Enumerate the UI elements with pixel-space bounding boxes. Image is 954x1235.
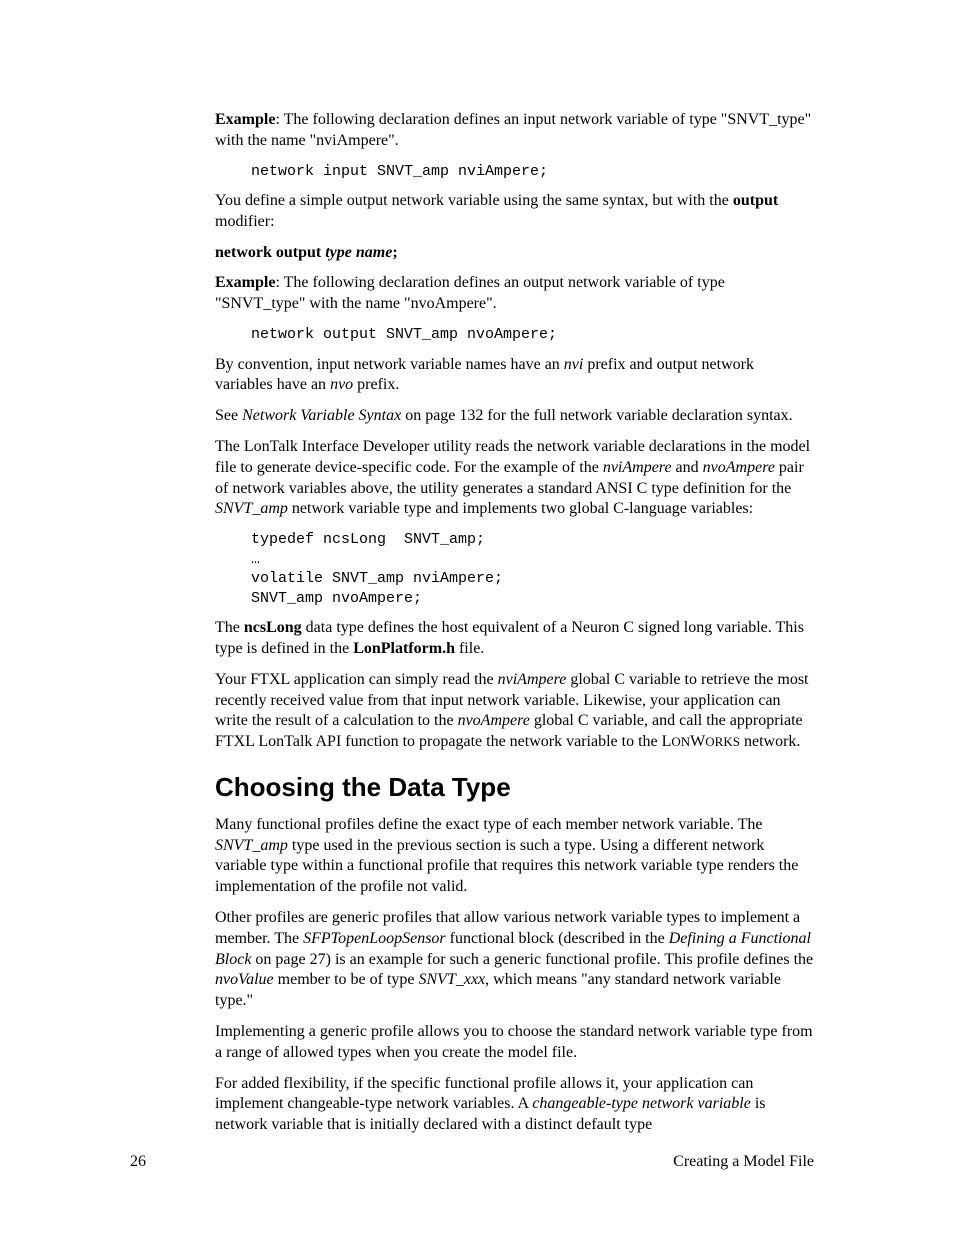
paragraph-example-2: Example: The following declaration defin… [215, 273, 814, 315]
text: ; [392, 244, 397, 261]
paragraph-ncslong: The ncsLong data type defines the host e… [215, 618, 814, 660]
text: Your FTXL application can simply read th… [215, 671, 498, 688]
heading-choosing-data-type: Choosing the Data Type [215, 771, 814, 805]
paragraph-see-syntax: See Network Variable Syntax on page 132 … [215, 406, 814, 427]
paragraph-example-1: Example: The following declaration defin… [215, 110, 814, 152]
paragraph-s1: Many functional profiles define the exac… [215, 815, 814, 898]
text: network variable type and implements two… [288, 500, 753, 517]
term-ncslong: ncsLong [244, 619, 302, 636]
paragraph-ftxl-app: Your FTXL application can simply read th… [215, 670, 814, 753]
term-sfptopenloopsensor: SFPTopenLoopSensor [303, 930, 446, 947]
term-snvt-amp: SNVT_amp [215, 500, 288, 517]
text: See [215, 407, 242, 424]
text: file. [455, 640, 484, 657]
paragraph-lontalk-utility: The LonTalk Interface Developer utility … [215, 437, 814, 520]
term-lonplatform-h: LonPlatform.h [353, 640, 455, 657]
paragraph-s3: Implementing a generic profile allows yo… [215, 1022, 814, 1064]
code-block-3: typedef ncsLong SNVT_amp; … volatile SNV… [251, 530, 814, 608]
smallcaps-orks: ORKS [705, 734, 740, 749]
term-nvovalue: nvoValue [215, 971, 274, 988]
page-content: Example: The following declaration defin… [0, 0, 954, 1136]
term-nvoAmpere: nvoAmpere [458, 712, 530, 729]
keyword-output: output [733, 192, 778, 209]
text: on page 27) is an example for such a gen… [251, 951, 813, 968]
text: prefix. [353, 376, 399, 393]
page-number: 26 [130, 1152, 146, 1173]
text: Many functional profiles define the exac… [215, 816, 762, 833]
syntax-network-output: network output type name; [215, 243, 814, 264]
text: modifier: [215, 213, 275, 230]
paragraph-s4: For added flexibility, if the specific f… [215, 1074, 814, 1136]
placeholder-type-name: type name [325, 244, 392, 261]
paragraph-s2: Other profiles are generic profiles that… [215, 908, 814, 1012]
xref-network-variable-syntax: Network Variable Syntax [242, 407, 401, 424]
text: : The following declaration defines an i… [215, 111, 811, 149]
text: member to be of type [274, 971, 419, 988]
text: The [215, 619, 244, 636]
paragraph-output-modifier: You define a simple output network varia… [215, 191, 814, 233]
term-nviAmpere: nviAmpere [603, 459, 672, 476]
text: You define a simple output network varia… [215, 192, 733, 209]
text: functional block (described in the [446, 930, 669, 947]
term-nvo: nvo [330, 376, 353, 393]
code-block-2: network output SNVT_amp nvoAmpere; [251, 325, 814, 345]
term-changeable-type-nv: changeable-type network variable [532, 1095, 751, 1112]
text: type used in the previous section is suc… [215, 837, 798, 896]
text: network. [740, 733, 800, 750]
text: on page 132 for the full network variabl… [401, 407, 792, 424]
keyword: network output [215, 244, 325, 261]
label-example: Example [215, 111, 275, 128]
label-example: Example [215, 274, 275, 291]
term-nvoAmpere: nvoAmpere [703, 459, 775, 476]
smallcaps-on: ON [671, 734, 690, 749]
term-nviAmpere: nviAmpere [498, 671, 567, 688]
text: data type defines the host equivalent of… [215, 619, 804, 657]
term-snvt-xxx: SNVT_xxx [419, 971, 486, 988]
footer-title: Creating a Model File [673, 1152, 814, 1173]
text: By convention, input network variable na… [215, 356, 564, 373]
text: W [690, 733, 705, 750]
term-snvt-amp: SNVT_amp [215, 837, 288, 854]
text: and [672, 459, 703, 476]
text: : The following declaration defines an o… [215, 274, 725, 312]
paragraph-convention: By convention, input network variable na… [215, 355, 814, 397]
page-footer: 26 Creating a Model File [130, 1152, 814, 1173]
code-block-1: network input SNVT_amp nviAmpere; [251, 162, 814, 182]
term-nvi: nvi [564, 356, 584, 373]
